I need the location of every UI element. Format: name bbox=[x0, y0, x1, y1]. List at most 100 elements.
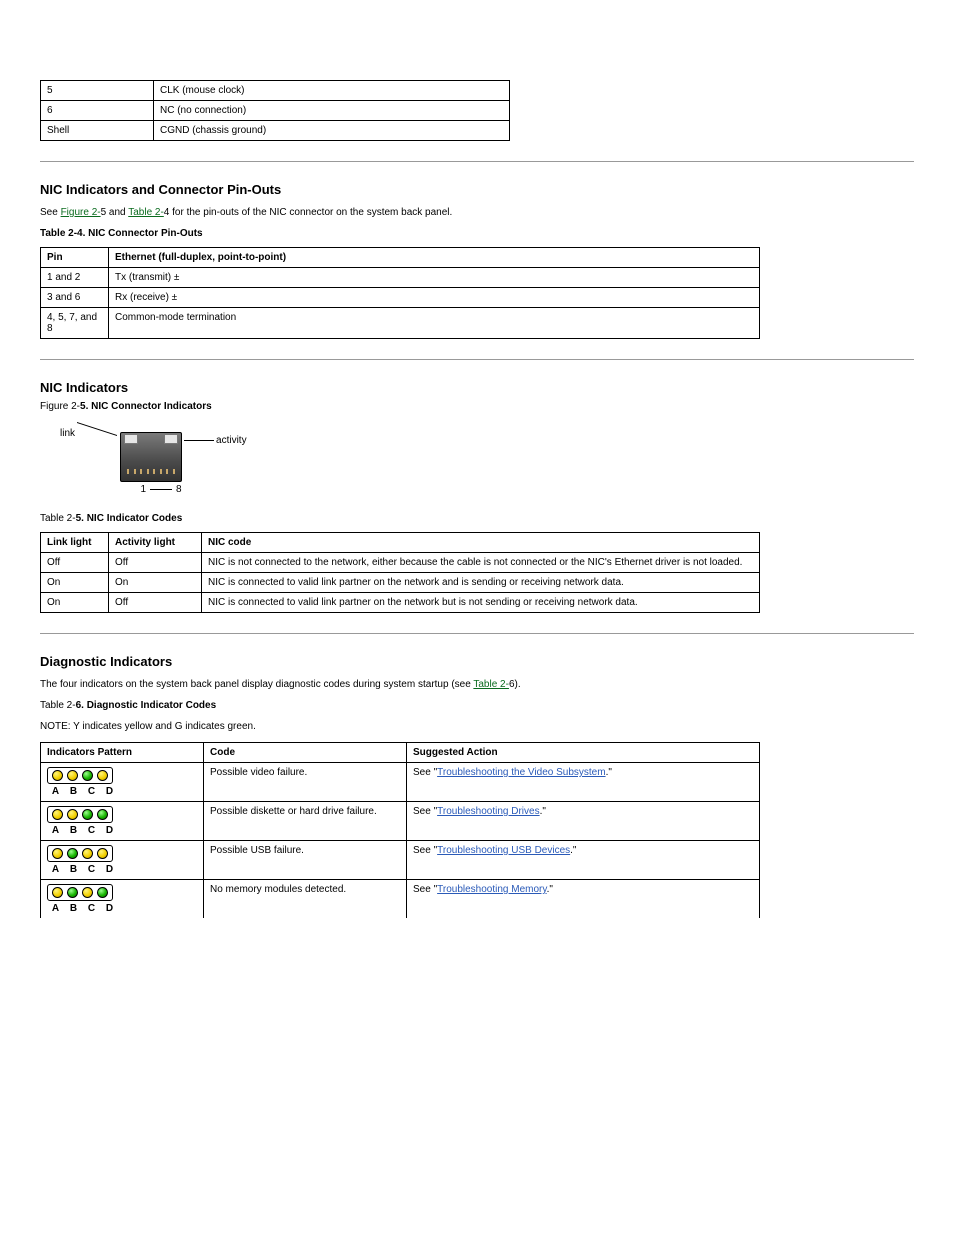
text: 4 for the pin-outs of the NIC connector … bbox=[164, 207, 453, 218]
troubleshooting-link[interactable]: Troubleshooting Drives bbox=[437, 806, 539, 817]
led-yellow-icon bbox=[52, 887, 63, 898]
troubleshooting-link[interactable]: Troubleshooting the Video Subsystem bbox=[437, 767, 605, 778]
troubleshooting-link[interactable]: Troubleshooting Memory bbox=[437, 884, 547, 895]
table-cell: NC (no connection) bbox=[154, 101, 510, 121]
led-labels: ABCD bbox=[47, 903, 115, 914]
paragraph: See Figure 2-5 and Table 2-4 for the pin… bbox=[40, 207, 914, 218]
nic-pinout-table: Pin Ethernet (full-duplex, point-to-poin… bbox=[40, 247, 760, 339]
leader-line-icon bbox=[184, 440, 214, 441]
table-cell: CGND (chassis ground) bbox=[154, 121, 510, 141]
table-row: ABCD Possible USB failure.See "Troublesho… bbox=[41, 841, 760, 880]
suggested-action-cell: See "Troubleshooting Memory." bbox=[407, 880, 760, 919]
section-heading-nic-pinouts: NIC Indicators and Connector Pin-Outs bbox=[40, 182, 914, 197]
led-yellow-icon bbox=[67, 770, 78, 781]
led-yellow-icon bbox=[97, 848, 108, 859]
led-labels: ABCD bbox=[47, 825, 115, 836]
table-cell: Common-mode termination bbox=[109, 308, 760, 339]
table-cell: Shell bbox=[41, 121, 154, 141]
led-yellow-icon bbox=[82, 848, 93, 859]
table-cell: On bbox=[109, 573, 202, 593]
indicator-pattern-cell: ABCD bbox=[41, 841, 204, 880]
diagnostic-leds-icon bbox=[47, 845, 113, 862]
column-header: Link light bbox=[41, 533, 109, 553]
divider bbox=[40, 633, 914, 634]
section-heading-diagnostic-indicators: Diagnostic Indicators bbox=[40, 654, 914, 669]
led-yellow-icon bbox=[67, 809, 78, 820]
table-caption: Table 2-5. NIC Indicator Codes bbox=[40, 513, 914, 524]
table-cell: 3 and 6 bbox=[41, 288, 109, 308]
table-link[interactable]: Table 2- bbox=[473, 679, 509, 690]
suggested-action-cell: See "Troubleshooting Drives." bbox=[407, 802, 760, 841]
text: See bbox=[40, 207, 61, 218]
led-yellow-icon bbox=[52, 809, 63, 820]
led-labels: ABCD bbox=[47, 786, 115, 797]
troubleshooting-link[interactable]: Troubleshooting USB Devices bbox=[437, 845, 570, 856]
diagnostic-leds-icon bbox=[47, 767, 113, 784]
led-green-icon bbox=[82, 809, 93, 820]
pin-8-label: 8 bbox=[176, 484, 182, 495]
diagnostic-leds-icon bbox=[47, 806, 113, 823]
text: The four indicators on the system back p… bbox=[40, 679, 473, 690]
paragraph: The four indicators on the system back p… bbox=[40, 679, 914, 690]
table-cell: CLK (mouse clock) bbox=[154, 81, 510, 101]
rj45-connector-icon bbox=[120, 432, 182, 482]
table-cell: NIC is connected to valid link partner o… bbox=[202, 573, 760, 593]
column-header: Pin bbox=[41, 248, 109, 268]
column-header: Indicators Pattern bbox=[41, 743, 204, 763]
table-caption: Table 2-6. Diagnostic Indicator Codes bbox=[40, 700, 914, 711]
note-text: NOTE: Y indicates yellow and G indicates… bbox=[40, 721, 914, 732]
column-header: Ethernet (full-duplex, point-to-point) bbox=[109, 248, 760, 268]
led-yellow-icon bbox=[82, 887, 93, 898]
nic-connector-figure: link activity 1 8 bbox=[60, 422, 280, 495]
table-cell: Tx (transmit) ± bbox=[109, 268, 760, 288]
nic-link-label: link bbox=[60, 428, 75, 439]
table-link[interactable]: Table 2- bbox=[128, 207, 164, 218]
figure-caption: Figure 2-5. NIC Connector Indicators bbox=[40, 401, 914, 412]
nic-activity-label: activity bbox=[216, 435, 247, 446]
indicator-pattern-cell: ABCD bbox=[41, 802, 204, 841]
led-yellow-icon bbox=[52, 770, 63, 781]
led-yellow-icon bbox=[52, 848, 63, 859]
table-cell: Off bbox=[109, 553, 202, 573]
nic-indicator-codes-table: Link light Activity light NIC code Off O… bbox=[40, 532, 760, 613]
column-header: Activity light bbox=[109, 533, 202, 553]
text: 5 and bbox=[101, 207, 129, 218]
led-green-icon bbox=[97, 887, 108, 898]
table-cell: 4, 5, 7, and 8 bbox=[41, 308, 109, 339]
led-green-icon bbox=[82, 770, 93, 781]
section-heading-nic-indicators: NIC Indicators bbox=[40, 380, 914, 395]
table-row: ABCDPossible diskette or hard drive fail… bbox=[41, 802, 760, 841]
table-cell: On bbox=[41, 573, 109, 593]
leader-line-icon bbox=[75, 422, 120, 432]
column-header: Code bbox=[204, 743, 407, 763]
led-green-icon bbox=[97, 809, 108, 820]
led-yellow-icon bbox=[97, 770, 108, 781]
code-cell: Possible video failure. bbox=[204, 763, 407, 802]
table-cell: On bbox=[41, 593, 109, 613]
activity-led-icon bbox=[164, 434, 178, 444]
led-green-icon bbox=[67, 848, 78, 859]
table-cell: 5 bbox=[41, 81, 154, 101]
table-cell: 1 and 2 bbox=[41, 268, 109, 288]
table-cell: Off bbox=[41, 553, 109, 573]
table-row: ABCD Possible video failure.See "Troubles… bbox=[41, 763, 760, 802]
column-header: Suggested Action bbox=[407, 743, 760, 763]
code-cell: Possible USB failure. bbox=[204, 841, 407, 880]
table-cell: NIC is connected to valid link partner o… bbox=[202, 593, 760, 613]
led-labels: ABCD bbox=[47, 864, 115, 875]
text: 6). bbox=[509, 679, 521, 690]
link-led-icon bbox=[124, 434, 138, 444]
table-caption: Table 2-4. NIC Connector Pin-Outs bbox=[40, 228, 914, 239]
indicator-pattern-cell: ABCD bbox=[41, 880, 204, 919]
table-row: ABCDNo memory modules detected.See "Trou… bbox=[41, 880, 760, 919]
mouse-pinout-table: 5 CLK (mouse clock) 6 NC (no connection)… bbox=[40, 80, 510, 141]
pin-1-label: 1 bbox=[140, 484, 146, 495]
divider bbox=[40, 161, 914, 162]
column-header: NIC code bbox=[202, 533, 760, 553]
suggested-action-cell: See "Troubleshooting the Video Subsystem… bbox=[407, 763, 760, 802]
table-cell: NIC is not connected to the network, eit… bbox=[202, 553, 760, 573]
figure-link[interactable]: Figure 2- bbox=[61, 207, 101, 218]
leader-line-icon bbox=[150, 489, 172, 490]
suggested-action-cell: See "Troubleshooting USB Devices." bbox=[407, 841, 760, 880]
divider bbox=[40, 359, 914, 360]
